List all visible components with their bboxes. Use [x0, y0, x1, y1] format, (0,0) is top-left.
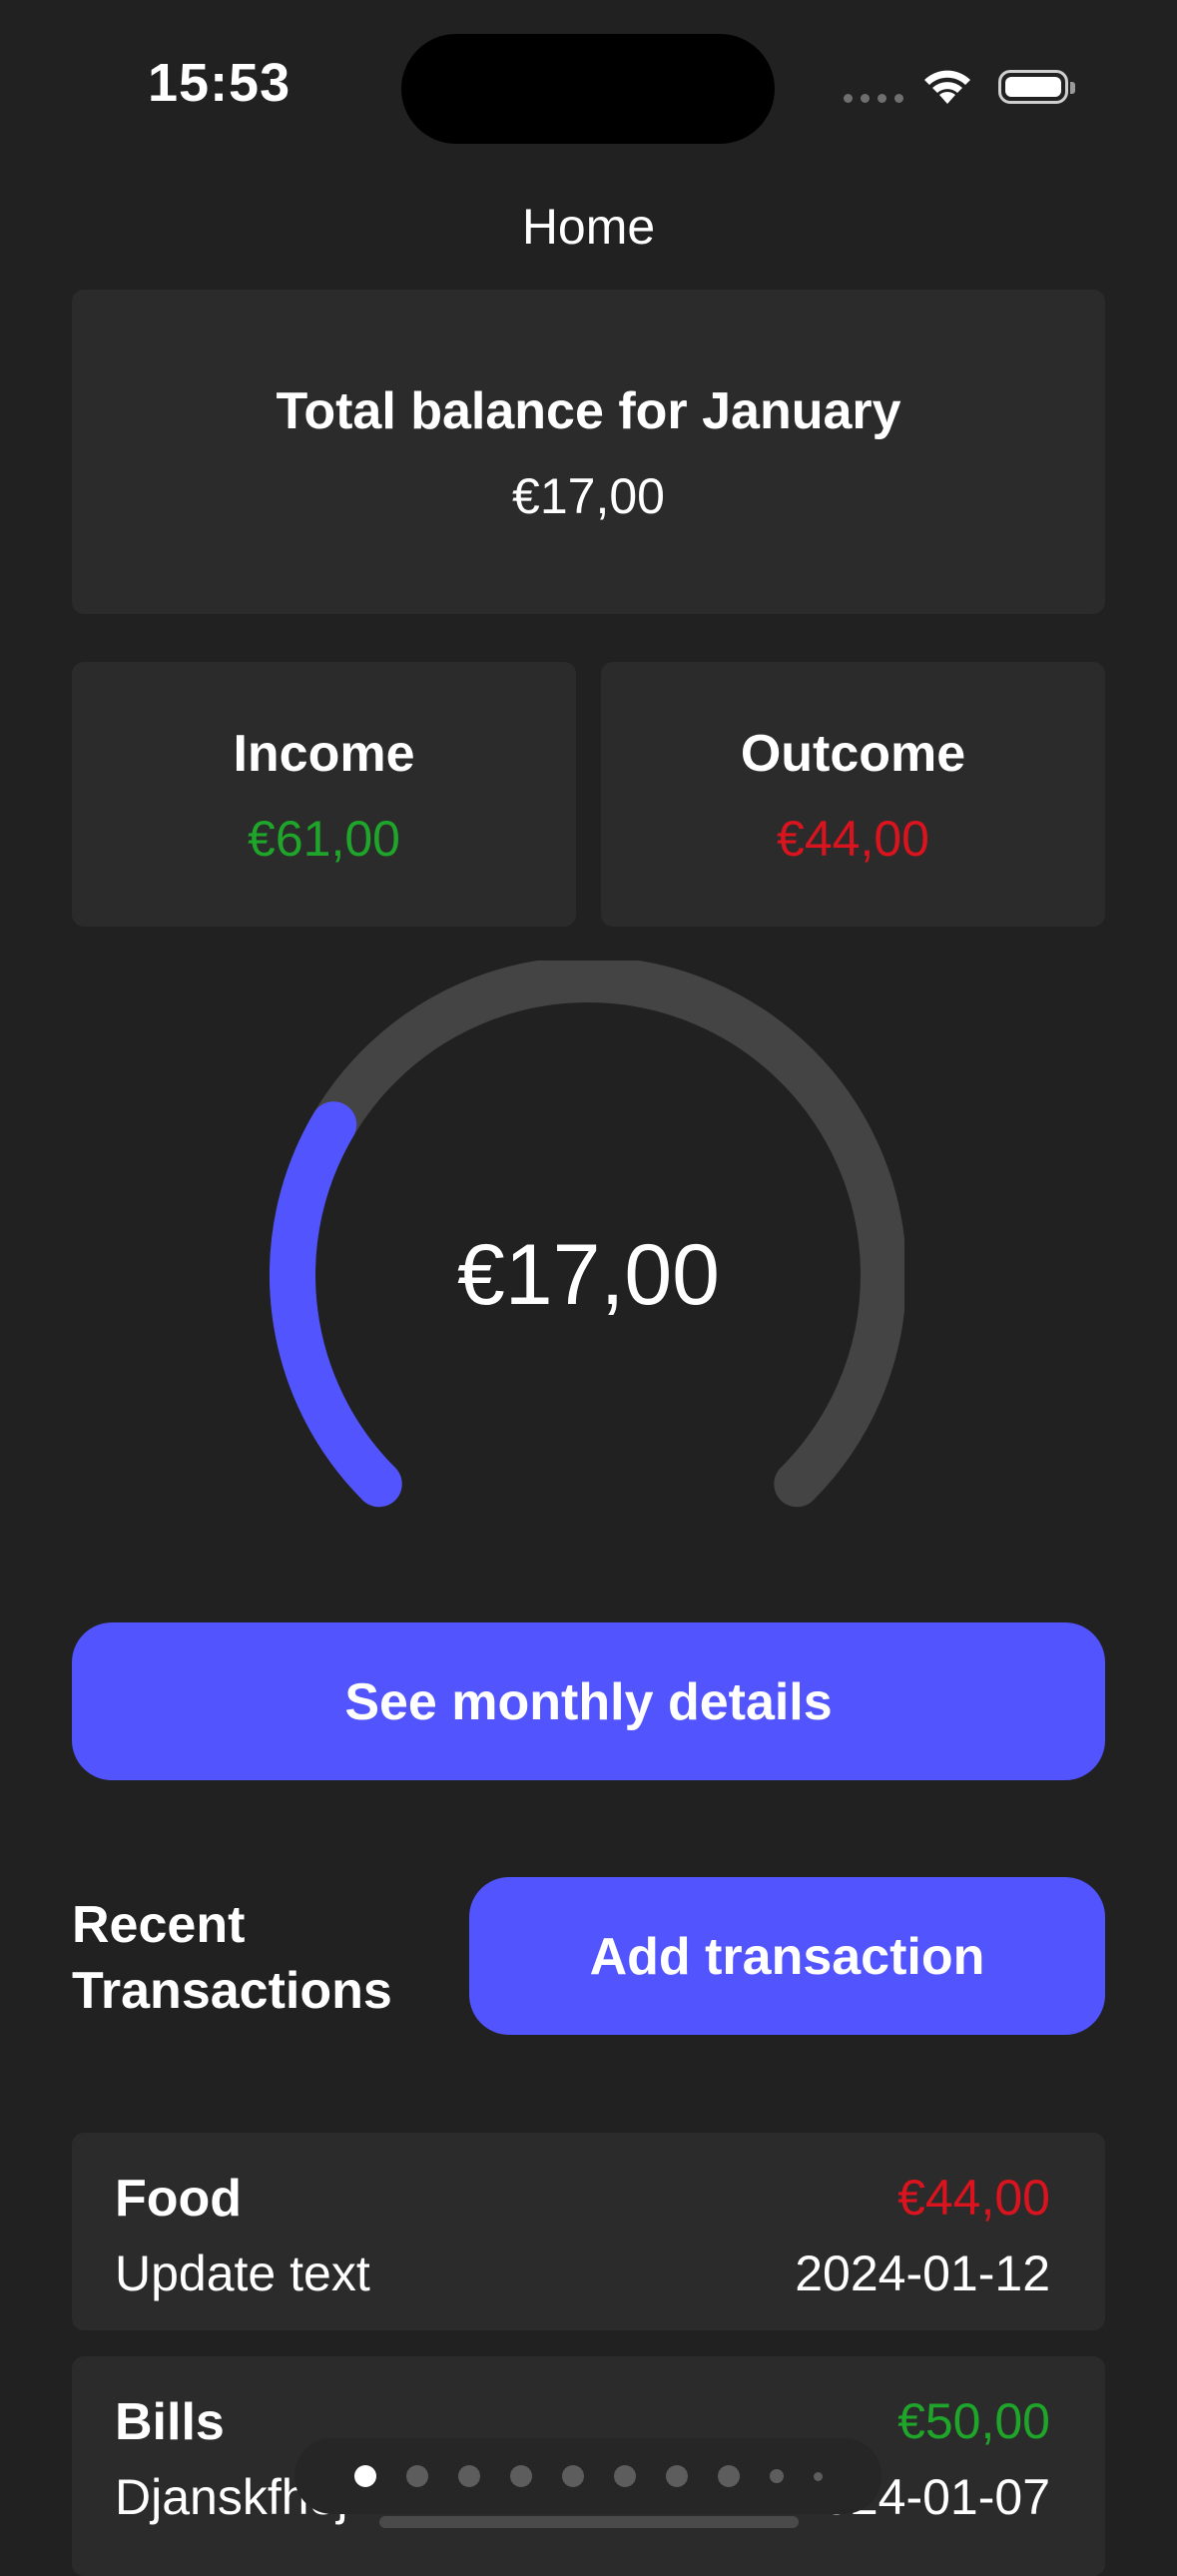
page-dot[interactable] [353, 2465, 376, 2487]
gauge-value: €17,00 [456, 1227, 721, 1323]
page-indicator[interactable] [294, 2438, 882, 2514]
page-title: Home [521, 199, 656, 255]
recent-transactions-title: Recent Transactions [72, 1896, 392, 2020]
balance-amount: €17,00 [512, 468, 665, 524]
add-transaction-button[interactable]: Add transaction [469, 1877, 1105, 2035]
transaction-date: 2024-01-12 [795, 2246, 1050, 2301]
battery-icon [998, 70, 1075, 104]
transaction-row[interactable]: Food €44,00 Update text 2024-01-12 [72, 2133, 1105, 2330]
page-dot[interactable] [561, 2465, 584, 2487]
wifi-icon [924, 70, 970, 104]
outcome-card: Outcome €44,00 [601, 662, 1105, 927]
page-dot[interactable] [405, 2465, 428, 2487]
transaction-note: Update text [115, 2246, 370, 2301]
transaction-category: Food [115, 2170, 243, 2228]
transaction-category: Bills [115, 2393, 225, 2451]
income-label: Income [233, 725, 415, 783]
cellular-signal-icon [844, 94, 903, 103]
transaction-amount: €50,00 [897, 2393, 1050, 2449]
home-indicator [379, 2516, 799, 2528]
page-dot[interactable] [813, 2471, 823, 2481]
page-dot[interactable] [457, 2465, 480, 2487]
status-time: 15:53 [148, 53, 292, 113]
page-dot[interactable] [613, 2465, 636, 2487]
transaction-amount: €44,00 [897, 2170, 1050, 2226]
page-dot[interactable] [509, 2465, 532, 2487]
income-card: Income €61,00 [72, 662, 576, 927]
page-dot[interactable] [665, 2465, 688, 2487]
see-monthly-details-button[interactable]: See monthly details [72, 1622, 1105, 1780]
outcome-label: Outcome [740, 725, 966, 783]
status-bar: 15:53 [0, 0, 1177, 160]
outcome-value: €44,00 [777, 811, 929, 867]
page-dot[interactable] [769, 2469, 784, 2483]
balance-title: Total balance for January [276, 382, 901, 440]
dynamic-island [401, 34, 775, 144]
page-dot[interactable] [717, 2465, 740, 2487]
total-balance-card: Total balance for January €17,00 [72, 290, 1105, 614]
income-value: €61,00 [248, 811, 400, 867]
